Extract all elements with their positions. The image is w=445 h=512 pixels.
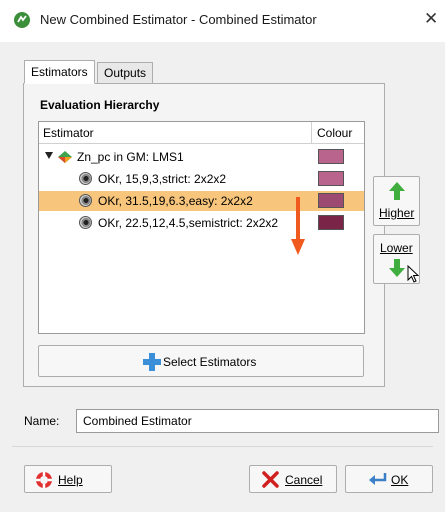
colour-swatch[interactable]: [318, 171, 344, 186]
lifebuoy-icon: [36, 472, 52, 488]
tree-header: Estimator Colour: [39, 122, 364, 144]
arrow-up-icon: [389, 182, 405, 200]
help-button-label: Help: [58, 473, 83, 487]
tab-estimators[interactable]: Estimators: [24, 60, 95, 84]
window-title: New Combined Estimator - Combined Estima…: [40, 12, 317, 27]
lower-button[interactable]: Lower: [373, 234, 420, 284]
divider: [12, 446, 433, 447]
tree-row-estimator-selected[interactable]: OKr, 31.5,19,6.3,easy: 2x2x2: [39, 191, 364, 211]
app-icon: [14, 12, 30, 28]
title-bar: New Combined Estimator - Combined Estima…: [0, 0, 445, 42]
tree-row-estimator[interactable]: OKr, 22.5,12,4.5,semistrict: 2x2x2: [39, 213, 364, 233]
column-header-colour[interactable]: Colour: [317, 126, 352, 140]
tree-row-geological-model[interactable]: Zn_pc in GM: LMS1: [39, 147, 364, 167]
cancel-button-label: Cancel: [285, 473, 323, 487]
tree-row-label: Zn_pc in GM: LMS1: [77, 150, 184, 164]
geological-model-icon: [58, 151, 72, 163]
estimator-icon: [79, 172, 92, 185]
evaluation-hierarchy-title: Evaluation Hierarchy: [40, 98, 160, 112]
cancel-button[interactable]: Cancel: [249, 465, 337, 493]
higher-button[interactable]: Higher: [373, 176, 420, 226]
ok-button[interactable]: OK: [345, 465, 433, 493]
ok-button-label: OK: [391, 473, 409, 487]
tree-row-label: OKr, 15,9,3,strict: 2x2x2: [98, 172, 227, 186]
evaluation-hierarchy-tree[interactable]: Estimator Colour Zn_pc in GM: LMS1 OKr, …: [38, 121, 365, 334]
estimator-icon: [79, 216, 92, 229]
select-estimators-label: Select Estimators: [163, 355, 257, 369]
name-input[interactable]: [76, 409, 439, 433]
enter-arrow-icon: [369, 473, 387, 485]
colour-swatch[interactable]: [318, 193, 344, 208]
plus-icon: [143, 353, 161, 371]
close-icon[interactable]: ✕: [424, 9, 438, 29]
tree-row-estimator[interactable]: OKr, 15,9,3,strict: 2x2x2: [39, 169, 364, 189]
estimator-icon: [79, 194, 92, 207]
cancel-icon: [262, 471, 279, 488]
help-button[interactable]: Help: [24, 465, 112, 493]
mouse-cursor-icon: [407, 265, 419, 283]
expand-arrow-icon[interactable]: [45, 152, 53, 159]
colour-swatch[interactable]: [318, 149, 344, 164]
lower-button-label: Lower: [380, 241, 413, 255]
tab-outputs[interactable]: Outputs: [97, 62, 154, 84]
colour-swatch[interactable]: [318, 215, 344, 230]
select-estimators-button[interactable]: Select Estimators: [38, 345, 364, 377]
higher-button-label: Higher: [379, 206, 415, 220]
column-divider: [311, 122, 312, 144]
name-field-label: Name:: [24, 414, 60, 428]
tree-row-label: OKr, 31.5,19,6.3,easy: 2x2x2: [98, 194, 253, 208]
move-down-indicator-icon: [291, 197, 305, 255]
tree-row-label: OKr, 22.5,12,4.5,semistrict: 2x2x2: [98, 216, 279, 230]
column-header-estimator[interactable]: Estimator: [43, 126, 94, 140]
arrow-down-icon: [389, 259, 405, 277]
